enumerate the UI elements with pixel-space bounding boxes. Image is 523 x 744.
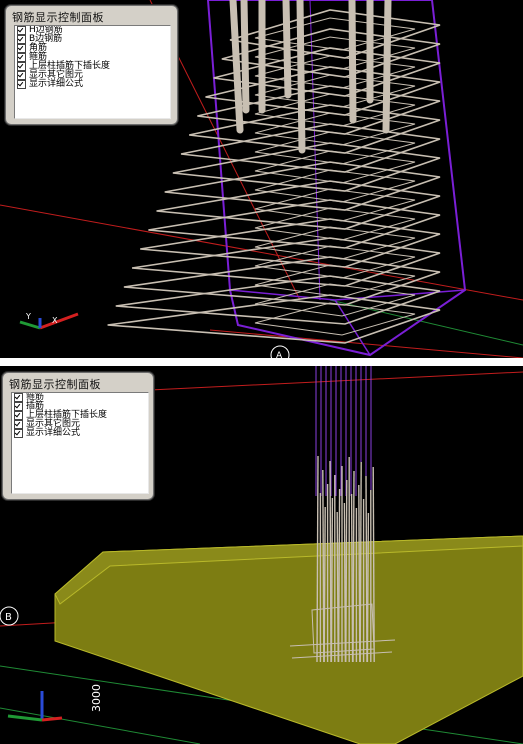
checkbox-checked[interactable] xyxy=(14,429,23,438)
checkbox-checked[interactable] xyxy=(14,402,23,411)
checkbox-checked[interactable] xyxy=(17,26,26,35)
checkbox-checked[interactable] xyxy=(17,80,26,89)
resize-handle[interactable] xyxy=(0,176,4,182)
column-outline-lines xyxy=(315,366,372,496)
foundation-slab-side xyxy=(54,535,523,744)
dowel-bar xyxy=(366,512,370,663)
checkbox-checked[interactable] xyxy=(17,35,26,44)
axis-triad: Y X xyxy=(19,312,79,330)
axis-marker-label: B xyxy=(5,612,12,623)
y-axis-arrow xyxy=(19,320,41,330)
triad-x-label: X xyxy=(52,316,58,325)
longitudinal-bar xyxy=(240,0,250,114)
panel-title: 钢筋显示控制面板 xyxy=(12,11,104,24)
axis-triad xyxy=(7,691,63,722)
option-label: 显示详细公式 xyxy=(29,79,84,89)
option-show-detailed-formula[interactable]: 显示详细公式 xyxy=(15,80,170,89)
longitudinal-bar xyxy=(296,0,306,154)
bottom-3d-viewport[interactable]: B 3000 钢筋显示控制面板 箍筋 插筋 上层柱插筋下插长度 显示其它图元 显… xyxy=(0,366,523,744)
panel-title: 钢筋显示控制面板 xyxy=(9,378,101,391)
x-axis-arrow xyxy=(39,312,79,330)
top-3d-viewport[interactable]: Y X A 钢筋显示控制面板 H边钢筋 B边钢筋 角筋 箍筋 上层柱插筋下插长度… xyxy=(0,0,523,358)
y-axis-arrow xyxy=(7,714,43,722)
checkbox-checked[interactable] xyxy=(14,393,23,402)
resize-handle[interactable] xyxy=(519,176,523,182)
rebar-display-control-panel[interactable]: 钢筋显示控制面板 H边钢筋 B边钢筋 角筋 箍筋 上层柱插筋下插长度 显示其它图… xyxy=(5,5,178,125)
dowel-bar xyxy=(330,497,334,663)
rebar-display-control-panel[interactable]: 钢筋显示控制面板 箍筋 插筋 上层柱插筋下插长度 显示其它图元 显示详细公式 xyxy=(2,372,154,500)
checkbox-checked[interactable] xyxy=(17,44,26,53)
checkbox-checked[interactable] xyxy=(14,420,23,429)
checkbox-checked[interactable] xyxy=(17,71,26,80)
x-axis-arrow xyxy=(41,716,63,722)
option-show-detailed-formula[interactable]: 显示详细公式 xyxy=(12,429,148,438)
view-divider xyxy=(0,358,523,366)
option-label: 显示详细公式 xyxy=(26,428,81,438)
longitudinal-bar xyxy=(382,0,392,134)
longitudinal-bar xyxy=(282,0,292,99)
axis-marker-label: A xyxy=(276,351,283,358)
longitudinal-bar xyxy=(348,0,357,124)
longitudinal-bar xyxy=(229,0,244,134)
checkbox-checked[interactable] xyxy=(14,411,23,420)
dimension-label: 3000 xyxy=(90,684,103,712)
dowel-bar xyxy=(323,506,326,663)
option-list[interactable]: 箍筋 插筋 上层柱插筋下插长度 显示其它图元 显示详细公式 xyxy=(11,392,149,494)
grid-line-green xyxy=(0,707,201,744)
triad-y-label: Y xyxy=(25,312,31,321)
checkbox-checked[interactable] xyxy=(17,53,26,62)
option-list[interactable]: H边钢筋 B边钢筋 角筋 箍筋 上层柱插筋下插长度 显示其它图元 显示详细公式 xyxy=(14,25,171,119)
checkbox-checked[interactable] xyxy=(17,62,26,71)
